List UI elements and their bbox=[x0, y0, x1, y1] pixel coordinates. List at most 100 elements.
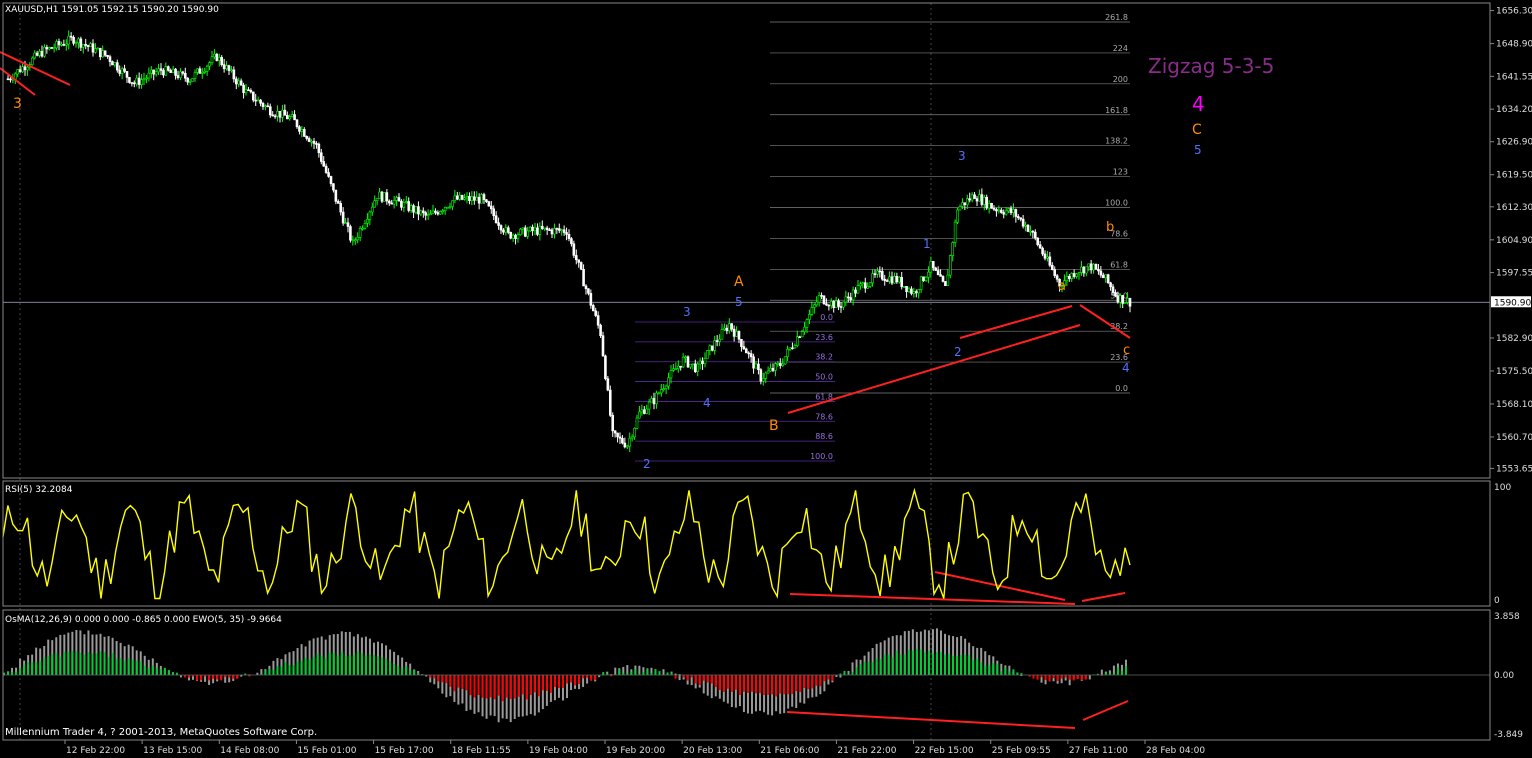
candle-body bbox=[336, 201, 340, 204]
candle-body bbox=[118, 69, 122, 74]
wave-label-4: 4 bbox=[1122, 361, 1130, 375]
candle-body bbox=[647, 401, 651, 410]
candle-body bbox=[1097, 268, 1100, 272]
candle-body bbox=[737, 330, 741, 340]
candle-body bbox=[502, 229, 505, 233]
candle-body bbox=[417, 206, 420, 215]
candle-body bbox=[453, 195, 457, 202]
candle-body bbox=[499, 225, 503, 231]
time-tick-label: 22 Feb 15:00 bbox=[915, 746, 974, 756]
candle-body bbox=[905, 286, 908, 293]
time-tick-label: 19 Feb 04:00 bbox=[529, 746, 588, 756]
candle-body bbox=[810, 307, 814, 315]
candle-body bbox=[319, 152, 323, 162]
rsi-tick-100: 100 bbox=[1494, 483, 1511, 493]
candle-body bbox=[815, 301, 819, 306]
candle-body bbox=[147, 72, 151, 79]
candle-body bbox=[312, 140, 316, 144]
price-tick-label: 1604.90 bbox=[1496, 236, 1532, 246]
candle-body bbox=[562, 229, 566, 233]
candle-body bbox=[676, 365, 680, 369]
candle-body bbox=[130, 82, 134, 84]
candle-body bbox=[667, 377, 670, 387]
candle-body bbox=[679, 365, 683, 368]
candle-body bbox=[191, 78, 194, 82]
candle-body bbox=[383, 192, 386, 202]
candle-body bbox=[125, 71, 129, 78]
candle-body bbox=[268, 106, 272, 116]
candle-body bbox=[893, 276, 896, 284]
time-tick-label: 13 Feb 15:00 bbox=[143, 746, 202, 756]
candle-body bbox=[837, 300, 840, 307]
candle-body bbox=[438, 211, 442, 215]
candle-body bbox=[803, 326, 806, 332]
candle-body bbox=[1046, 256, 1049, 259]
trend-line-9 bbox=[1082, 700, 1129, 721]
candle-body bbox=[426, 214, 430, 216]
candle-body bbox=[863, 282, 867, 289]
candle-body bbox=[108, 56, 112, 62]
candle-body bbox=[162, 70, 165, 76]
candle-body bbox=[494, 215, 498, 223]
candle-body bbox=[764, 372, 768, 379]
wave-label-2: 2 bbox=[954, 345, 962, 359]
candle-body bbox=[213, 53, 216, 58]
price-candles[interactable] bbox=[6, 30, 1132, 453]
candle-body bbox=[769, 367, 772, 372]
candle-body bbox=[16, 69, 20, 75]
candle-body bbox=[1007, 208, 1010, 212]
candle-body bbox=[805, 319, 809, 328]
candle-body bbox=[817, 295, 821, 303]
candle-body bbox=[397, 197, 401, 202]
candle-body bbox=[701, 360, 704, 365]
candle-body bbox=[26, 66, 29, 71]
candle-body bbox=[419, 210, 423, 215]
time-tick-label: 21 Feb 22:00 bbox=[837, 746, 896, 756]
candle-body bbox=[295, 119, 299, 128]
time-tick-label: 14 Feb 08:00 bbox=[220, 746, 279, 756]
candle-body bbox=[276, 111, 279, 117]
candle-body bbox=[1111, 286, 1115, 293]
candle-body bbox=[511, 234, 515, 239]
candle-body bbox=[84, 44, 88, 46]
candle-body bbox=[965, 198, 969, 206]
candle-body bbox=[708, 345, 712, 351]
candle-body bbox=[956, 209, 959, 223]
candle-body bbox=[74, 42, 78, 45]
axes: 1656.30 1648.90 1641.55 1634.20 1626.90 1619.… bbox=[2, 2, 1532, 756]
candle-body bbox=[169, 70, 173, 73]
candle-body bbox=[101, 50, 105, 58]
candle-body bbox=[601, 335, 605, 357]
legend-wave-5: 5 bbox=[1194, 143, 1202, 157]
candle-body bbox=[664, 385, 668, 389]
candle-body bbox=[62, 44, 66, 46]
candle-body bbox=[254, 99, 258, 102]
candle-body bbox=[754, 363, 758, 369]
candle-body bbox=[1116, 295, 1120, 303]
candle-body bbox=[618, 436, 622, 439]
price-tick-label: 1553.65 bbox=[1496, 464, 1532, 474]
rsi-header: RSI(5) 32.2084 bbox=[5, 485, 73, 495]
candle-body bbox=[519, 228, 522, 236]
candle-body bbox=[934, 267, 938, 271]
candle-body bbox=[604, 355, 607, 380]
candle-body bbox=[64, 43, 68, 46]
candle-body bbox=[730, 323, 734, 330]
candle-body bbox=[795, 336, 799, 346]
candle-body bbox=[548, 229, 551, 231]
candle-body bbox=[871, 273, 874, 284]
candle-body bbox=[829, 301, 833, 306]
candle-body bbox=[339, 203, 343, 213]
candle-body bbox=[723, 327, 726, 330]
candle-body bbox=[757, 363, 760, 371]
candle-body bbox=[975, 198, 979, 202]
candle-body bbox=[23, 66, 27, 71]
candle-body bbox=[859, 283, 862, 287]
candle-body bbox=[684, 356, 687, 359]
price-tick-label: 1597.55 bbox=[1496, 269, 1532, 279]
candle-body bbox=[645, 408, 649, 414]
candle-body bbox=[1026, 224, 1030, 232]
price-tick-label: 1575.50 bbox=[1496, 367, 1532, 377]
time-tick-label: 18 Feb 11:55 bbox=[452, 746, 511, 756]
candle-body bbox=[514, 234, 517, 239]
